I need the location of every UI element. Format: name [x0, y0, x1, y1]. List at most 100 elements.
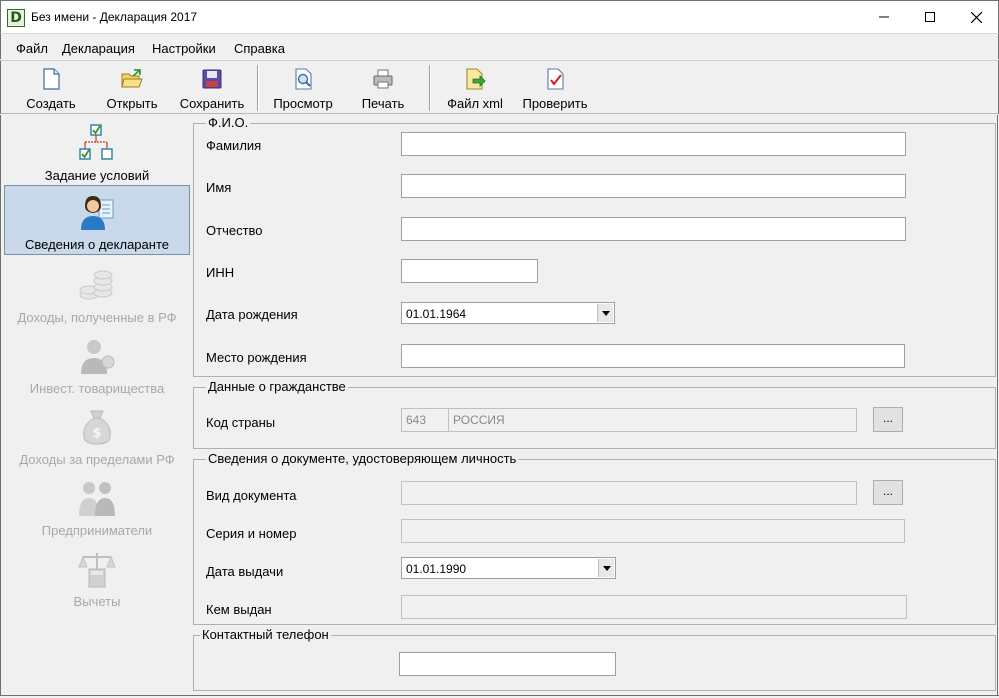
xml-export-icon: [466, 68, 486, 90]
open-label: Открыть: [106, 96, 158, 111]
check-label: Проверить: [522, 96, 588, 111]
document-type-label: Вид документа: [206, 488, 297, 503]
preview-button[interactable]: Просмотр: [268, 63, 338, 113]
citizenship-group-title: Данные о гражданстве: [206, 379, 348, 394]
print-button[interactable]: Печать: [352, 63, 414, 113]
birthplace-label: Место рождения: [206, 350, 307, 365]
toolbar-separator: [429, 65, 431, 111]
menu-file[interactable]: Файл: [16, 41, 48, 56]
minimize-button[interactable]: [861, 1, 907, 33]
maximize-button[interactable]: [907, 1, 953, 33]
country-browse-button[interactable]: ...: [873, 407, 903, 432]
patronymic-label: Отчество: [206, 223, 263, 238]
citizenship-group: Данные о гражданстве Код страны ...: [193, 379, 996, 449]
printer-icon: [373, 69, 393, 89]
birthdate-picker[interactable]: 01.01.1964: [401, 302, 615, 324]
menu-settings[interactable]: Настройки: [152, 41, 216, 56]
fio-group-title: Ф.И.О.: [206, 115, 251, 130]
issue-date-picker[interactable]: 01.01.1990: [401, 557, 616, 579]
menu-declaration[interactable]: Декларация: [62, 41, 135, 56]
new-document-icon: [43, 68, 60, 90]
save-label: Сохранить: [179, 96, 245, 111]
save-button[interactable]: Сохранить: [174, 63, 250, 113]
dropdown-arrow-icon[interactable]: [597, 304, 613, 322]
handshake-icon: [79, 482, 115, 516]
document-type-browse-button[interactable]: ...: [873, 480, 903, 505]
issue-date-value: 01.01.1990: [406, 562, 467, 576]
issue-date-label: Дата выдачи: [206, 564, 284, 579]
sidebar-item-invest-partnerships[interactable]: Инвест. товарищества: [4, 330, 190, 400]
series-number-input[interactable]: [401, 519, 905, 543]
inn-label: ИНН: [206, 265, 235, 280]
country-code-label: Код страны: [206, 415, 276, 430]
money-bag-icon: $: [83, 410, 111, 445]
patronymic-input[interactable]: [401, 217, 906, 241]
country-code-input: [401, 408, 449, 432]
preview-magnifier-icon: [295, 68, 312, 90]
issued-by-input[interactable]: [401, 595, 907, 619]
sidebar-item-label: Задание условий: [44, 168, 150, 183]
document-group: Сведения о документе, удостоверяющем лич…: [193, 451, 996, 625]
sidebar-item-label: Доходы, полученные в РФ: [17, 310, 177, 325]
sidebar-item-entrepreneurs[interactable]: Предприниматели: [4, 472, 190, 542]
window-title: Без имени - Декларация 2017: [31, 10, 198, 24]
sidebar-item-deductions[interactable]: Вычеты: [4, 543, 190, 613]
country-name-input: [448, 408, 857, 432]
sidebar: Задание условий Сведения о декларанте До…: [0, 115, 191, 698]
check-button[interactable]: Проверить: [517, 63, 593, 113]
document-type-input: [401, 481, 857, 505]
sidebar-item-label: Вычеты: [73, 594, 121, 609]
xml-label: Файл xml: [447, 96, 503, 111]
print-label: Печать: [361, 96, 405, 111]
declarant-form: Ф.И.О. Фамилия Имя Отчество ИНН Дата рож…: [191, 115, 998, 695]
menu-bar: Файл Декларация Настройки Справка: [0, 33, 999, 59]
inn-input[interactable]: [401, 259, 538, 283]
menu-help[interactable]: Справка: [234, 41, 285, 56]
open-button[interactable]: Открыть: [98, 63, 166, 113]
sidebar-item-income-rf[interactable]: Доходы, полученные в РФ: [4, 259, 190, 329]
businessman-icon: [81, 340, 115, 374]
birthdate-value: 01.01.1964: [406, 307, 467, 321]
close-icon: [970, 11, 982, 24]
floppy-disk-icon: [202, 69, 222, 89]
surname-label: Фамилия: [206, 138, 262, 153]
birthplace-input[interactable]: [401, 344, 905, 368]
title-bar: D Без имени - Декларация 2017: [0, 0, 999, 33]
sidebar-item-declarant[interactable]: Сведения о декларанте: [4, 185, 190, 255]
fio-group: Ф.И.О. Фамилия Имя Отчество ИНН Дата рож…: [193, 115, 996, 377]
checkmark-document-icon: [547, 68, 564, 90]
svg-text:$: $: [92, 426, 101, 441]
phone-input[interactable]: [399, 652, 616, 676]
close-button[interactable]: [953, 1, 999, 33]
surname-input[interactable]: [401, 132, 906, 156]
name-label: Имя: [206, 180, 232, 195]
sidebar-item-label: Инвест. товарищества: [29, 381, 165, 396]
document-group-title: Сведения о документе, удостоверяющем лич…: [206, 451, 519, 466]
open-folder-icon: [121, 69, 143, 88]
sidebar-item-income-abroad[interactable]: $ Доходы за пределами РФ: [4, 401, 190, 471]
sidebar-item-label: Доходы за пределами РФ: [19, 452, 175, 467]
create-label: Создать: [26, 96, 76, 111]
person-card-icon: [81, 196, 114, 230]
scales-calculator-icon: [78, 553, 116, 588]
preview-label: Просмотр: [273, 96, 333, 111]
xml-file-button[interactable]: Файл xml: [442, 63, 508, 113]
issued-by-label: Кем выдан: [206, 602, 272, 617]
toolbar: Создать Открыть Сохранить Просмотр Печат…: [0, 60, 999, 114]
dropdown-arrow-icon[interactable]: [598, 559, 614, 577]
name-input[interactable]: [401, 174, 906, 198]
hierarchy-checkbox-icon: [79, 124, 113, 160]
birthdate-label: Дата рождения: [206, 307, 298, 322]
contact-group-title: Контактный телефон: [200, 627, 331, 642]
sidebar-item-label: Сведения о декларанте: [25, 237, 169, 252]
series-number-label: Серия и номер: [206, 526, 297, 541]
maximize-icon: [925, 12, 935, 22]
sidebar-item-label: Предприниматели: [41, 523, 153, 538]
minimize-icon: [879, 16, 889, 18]
create-button[interactable]: Создать: [19, 63, 83, 113]
contact-group: Контактный телефон: [193, 627, 996, 691]
sidebar-item-conditions[interactable]: Задание условий: [4, 117, 190, 187]
coins-stack-icon: [79, 270, 113, 300]
toolbar-separator: [257, 65, 259, 111]
app-logo-icon: D: [7, 9, 25, 27]
